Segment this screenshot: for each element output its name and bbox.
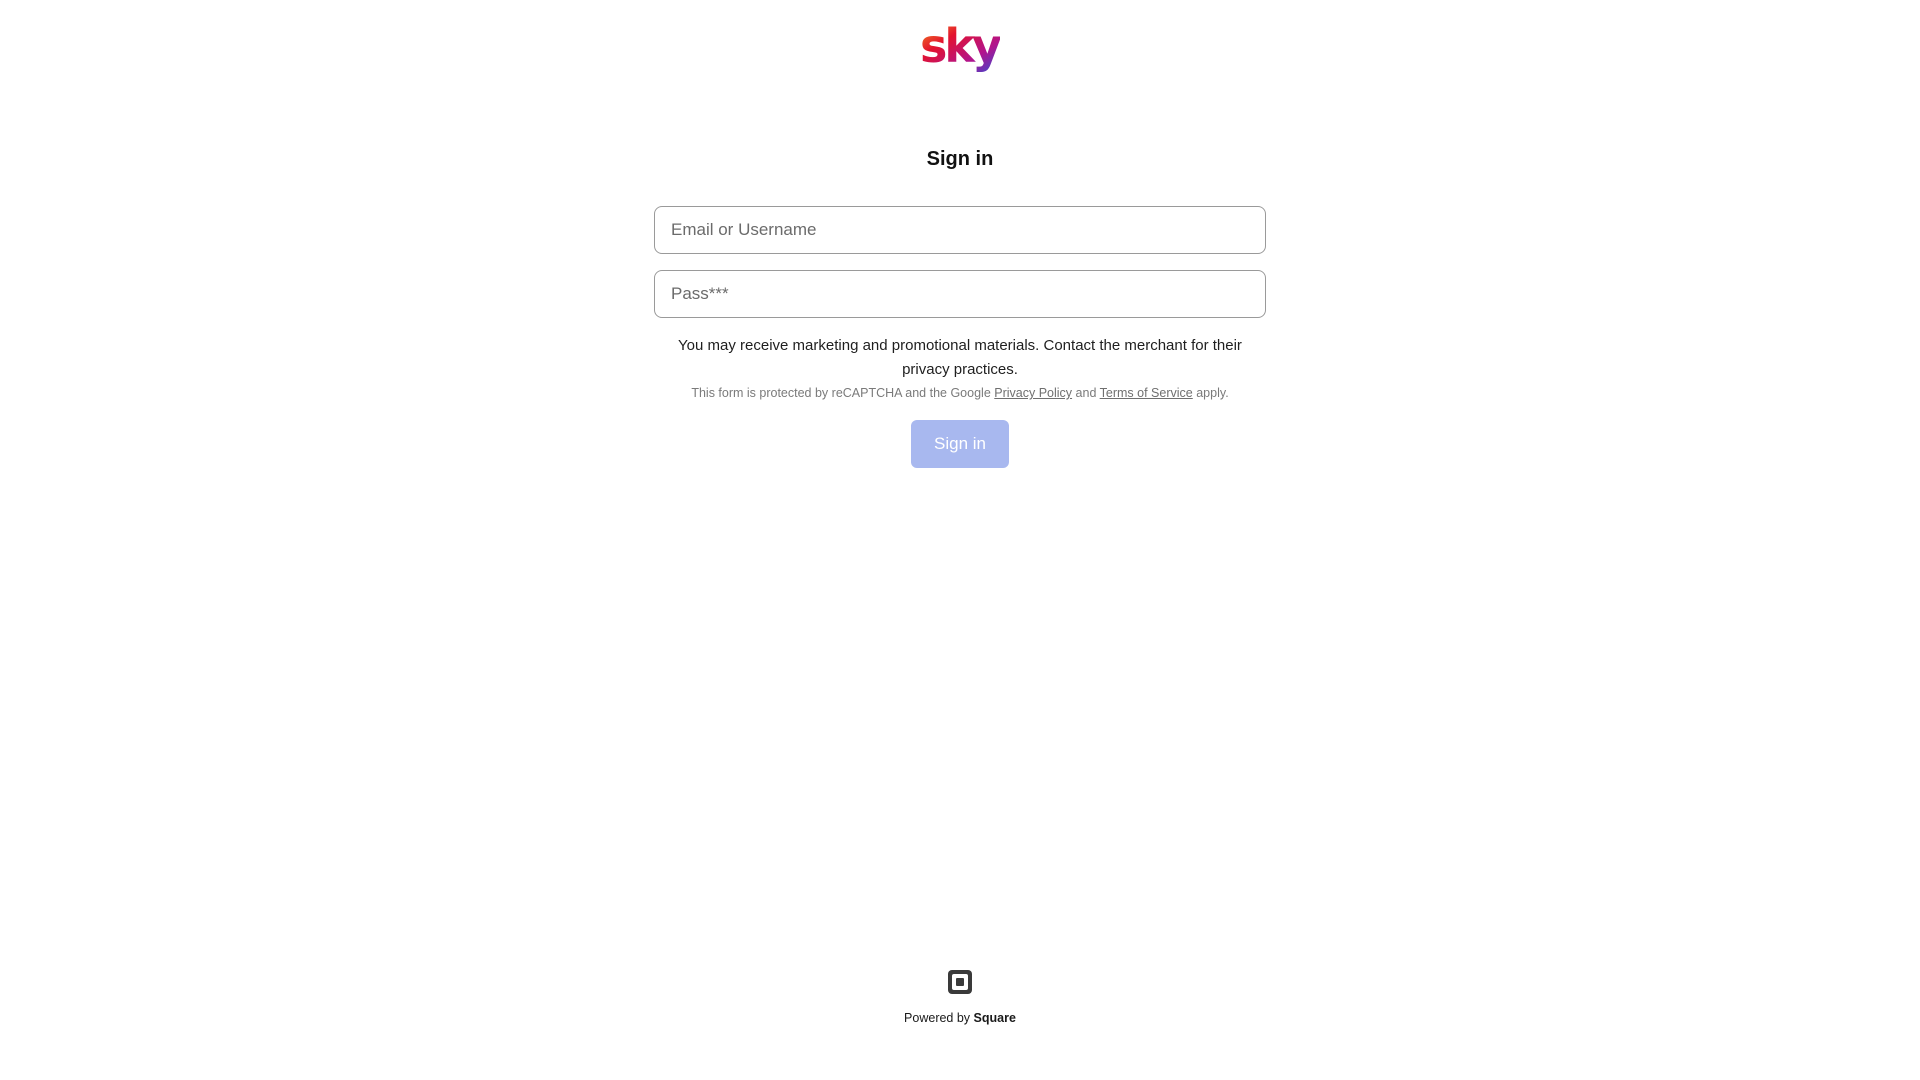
terms-of-service-link[interactable]: Terms of Service (1100, 386, 1193, 400)
password-input[interactable] (654, 270, 1266, 318)
sky-logo: sky (920, 22, 1000, 74)
recaptcha-conjunction: and (1075, 386, 1097, 400)
powered-by-footer: Powered by Square (0, 1010, 1920, 1026)
recaptcha-prefix: This form is protected by reCAPTCHA and … (691, 386, 991, 400)
page-title: Sign in (926, 148, 994, 170)
email-username-input[interactable] (654, 206, 1266, 254)
recaptcha-notice: This form is protected by reCAPTCHA and … (560, 384, 1360, 402)
sign-in-page: sky Sign in You may receive marketing an… (0, 0, 1920, 1080)
square-logo-icon (948, 970, 972, 994)
sign-in-button[interactable]: Sign in (911, 420, 1009, 468)
powered-by-brand: Square (973, 1011, 1016, 1025)
powered-by-label: Powered by (904, 1011, 971, 1025)
sky-logo-text: sky (920, 22, 1000, 73)
privacy-policy-link[interactable]: Privacy Policy (994, 386, 1072, 400)
recaptcha-suffix: apply. (1196, 386, 1229, 400)
marketing-notice: You may receive marketing and promotiona… (678, 337, 1242, 378)
